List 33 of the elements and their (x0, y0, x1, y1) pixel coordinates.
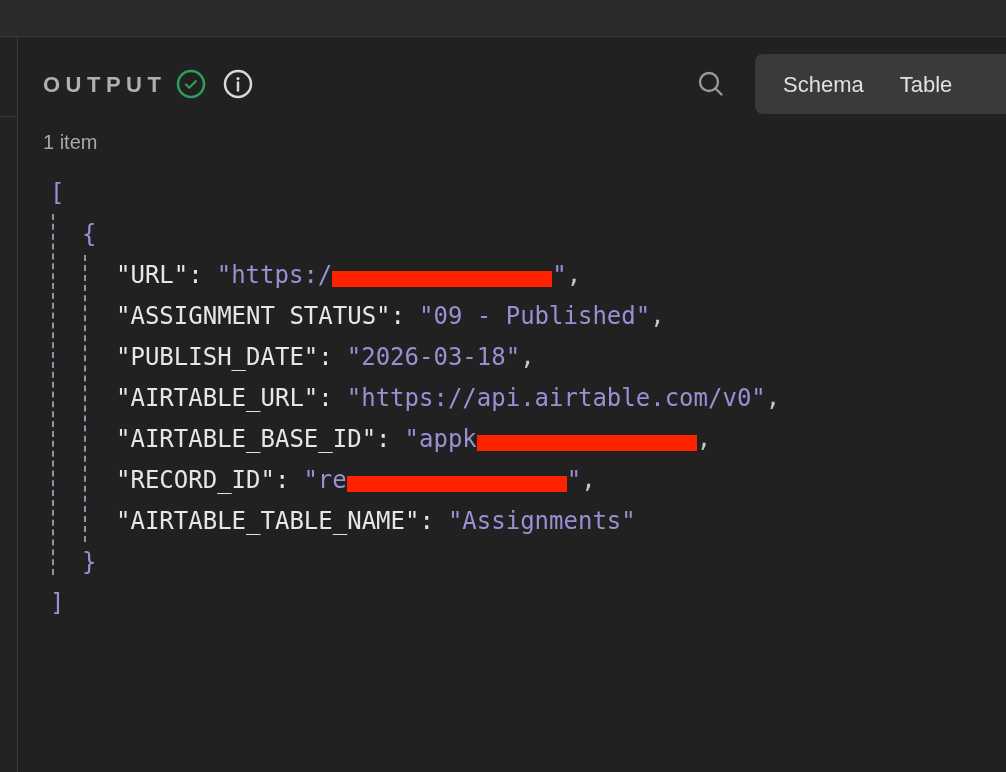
brace: } (82, 548, 97, 576)
json-value: "https:/ (216, 260, 333, 291)
json-key: "AIRTABLE_URL": (116, 378, 333, 419)
closing-quote: " (566, 465, 582, 496)
json-key: "AIRTABLE_BASE_ID": (116, 419, 391, 460)
json-key: "AIRTABLE_TABLE_NAME": (116, 501, 434, 542)
check-circle-icon (176, 69, 207, 99)
view-tab[interactable]: Table (881, 62, 971, 106)
json-key: "URL": (116, 255, 203, 296)
json-key: "PUBLISH_DATE": (116, 337, 333, 378)
json-value: "Assignments" (447, 506, 636, 537)
json-value: "https://api.airtable.com/v0" (346, 383, 766, 414)
view-tab[interactable]: Schema (765, 62, 882, 106)
panel-title: OUTPUT (43, 70, 167, 99)
bracket: [ (50, 179, 65, 207)
comma: , (520, 342, 535, 373)
json-key: "ASSIGNMENT STATUS": (116, 296, 405, 337)
json-value: "re (303, 465, 347, 496)
bracket: ] (50, 589, 65, 617)
closing-quote: " (552, 260, 567, 291)
comma: , (765, 383, 781, 414)
json-value: "appk (404, 424, 477, 455)
search-icon[interactable] (697, 70, 725, 98)
comma: , (696, 424, 712, 455)
json-value: "2026-03-18" (346, 342, 521, 373)
comma: , (566, 260, 582, 291)
comma: , (650, 301, 665, 332)
json-value: "09 - Published" (419, 301, 651, 332)
json-key: "RECORD_ID": (116, 460, 290, 501)
info-icon[interactable] (223, 69, 254, 99)
brace: { (82, 220, 97, 248)
item-count: 1 item (43, 131, 98, 153)
comma: , (581, 465, 596, 496)
